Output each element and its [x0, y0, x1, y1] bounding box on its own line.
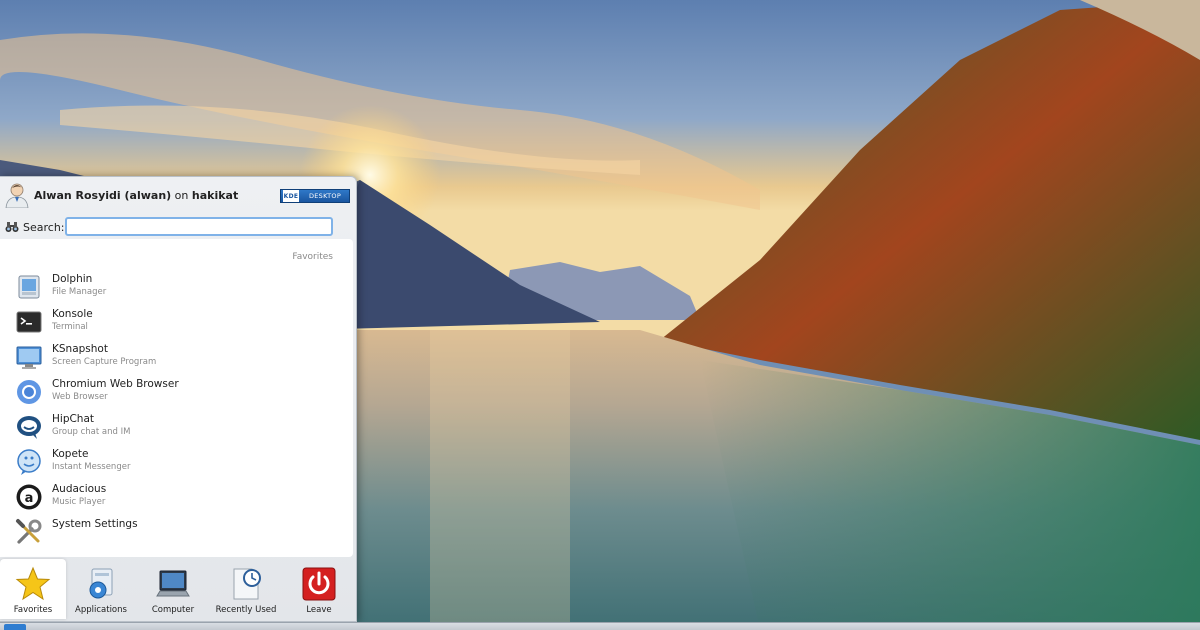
tab-label: Leave — [306, 605, 332, 615]
tab-applications[interactable]: Applications — [68, 559, 134, 619]
tab-label: Favorites — [13, 605, 53, 615]
favorite-name: Dolphin — [52, 273, 93, 285]
audacious-icon: a — [16, 484, 42, 510]
tab-label: Recently Used — [215, 605, 277, 615]
favorite-description: Web Browser — [52, 392, 108, 402]
applications-icon — [89, 568, 113, 599]
favorites-list: Dolphin File Manager Konsole Terminal KS… — [0, 269, 353, 549]
favorite-name: KSnapshot — [52, 343, 108, 355]
favorite-chromium[interactable]: Chromium Web Browser Web Browser — [0, 374, 353, 409]
star-icon — [15, 566, 51, 601]
favorite-name: Audacious — [52, 483, 107, 495]
user-on-word: on — [171, 189, 192, 202]
search-label: Search: — [23, 221, 65, 234]
host-name: hakikat — [191, 189, 239, 202]
user-name: Alwan Rosyidi (alwan) — [34, 189, 172, 202]
favorite-description: Instant Messenger — [52, 462, 131, 472]
kde-desktop-badge: KDE DESKTOP — [280, 189, 350, 203]
tab-computer[interactable]: Computer — [140, 559, 206, 619]
favorite-description: Group chat and IM — [52, 427, 131, 437]
terminal-icon — [16, 311, 42, 333]
tab-label: Computer — [151, 605, 195, 615]
favorite-description: Terminal — [52, 322, 88, 332]
favorite-dolphin[interactable]: Dolphin File Manager — [0, 269, 353, 304]
favorite-system-settings[interactable]: System Settings — [0, 514, 353, 549]
search-row: Search: — [0, 215, 356, 239]
kde-launcher-button[interactable] — [4, 624, 26, 630]
favorite-audacious[interactable]: a Audacious Music Player — [0, 479, 353, 514]
tab-leave[interactable]: Leave — [286, 559, 352, 619]
favorite-description: Music Player — [52, 497, 106, 507]
settings-icon — [16, 519, 42, 544]
user-identity: Alwan Rosyidi (alwan) on hakikat — [34, 189, 238, 202]
favorite-description: File Manager — [52, 287, 107, 297]
folder-icon — [18, 275, 40, 299]
search-input[interactable] — [65, 217, 333, 236]
tab-favorites[interactable]: Favorites — [0, 559, 66, 619]
screenshot-icon — [16, 346, 42, 369]
favorite-hipchat[interactable]: HipChat Group chat and IM — [0, 409, 353, 444]
favorite-name: Konsole — [52, 308, 93, 320]
taskbar-panel — [0, 622, 1200, 630]
clock-icon — [233, 568, 261, 600]
menu-header: Alwan Rosyidi (alwan) on hakikat KDE DES… — [0, 177, 356, 213]
user-avatar-icon — [5, 183, 29, 208]
kde-badge-text: DESKTOP — [308, 192, 342, 200]
favorite-konsole[interactable]: Konsole Terminal — [0, 304, 353, 339]
power-icon — [302, 567, 336, 601]
menu-tab-bar: Favorites Applications Computer Recently… — [0, 559, 353, 621]
svg-text:a: a — [25, 491, 34, 506]
tab-label: Applications — [75, 605, 127, 615]
section-title: Favorites — [292, 252, 333, 262]
favorite-name: Chromium Web Browser — [52, 378, 179, 390]
favorites-panel: Favorites Dolphin File Manager Konsole T… — [0, 239, 353, 557]
hipchat-icon — [17, 416, 41, 439]
kopete-icon — [17, 449, 41, 475]
favorite-ksnapshot[interactable]: KSnapshot Screen Capture Program — [0, 339, 353, 374]
favorite-name: Kopete — [52, 448, 89, 460]
computer-icon — [156, 570, 190, 597]
kde-logo-icon: KDE — [283, 190, 299, 202]
favorite-name: HipChat — [52, 413, 95, 425]
favorite-description: Screen Capture Program — [52, 357, 157, 367]
application-launcher-menu: Alwan Rosyidi (alwan) on hakikat KDE DES… — [0, 176, 357, 622]
favorite-kopete[interactable]: Kopete Instant Messenger — [0, 444, 353, 479]
favorite-name: System Settings — [52, 518, 138, 530]
tab-recently-used[interactable]: Recently Used — [212, 559, 280, 619]
chromium-icon — [17, 380, 41, 404]
binoculars-icon — [5, 222, 19, 232]
